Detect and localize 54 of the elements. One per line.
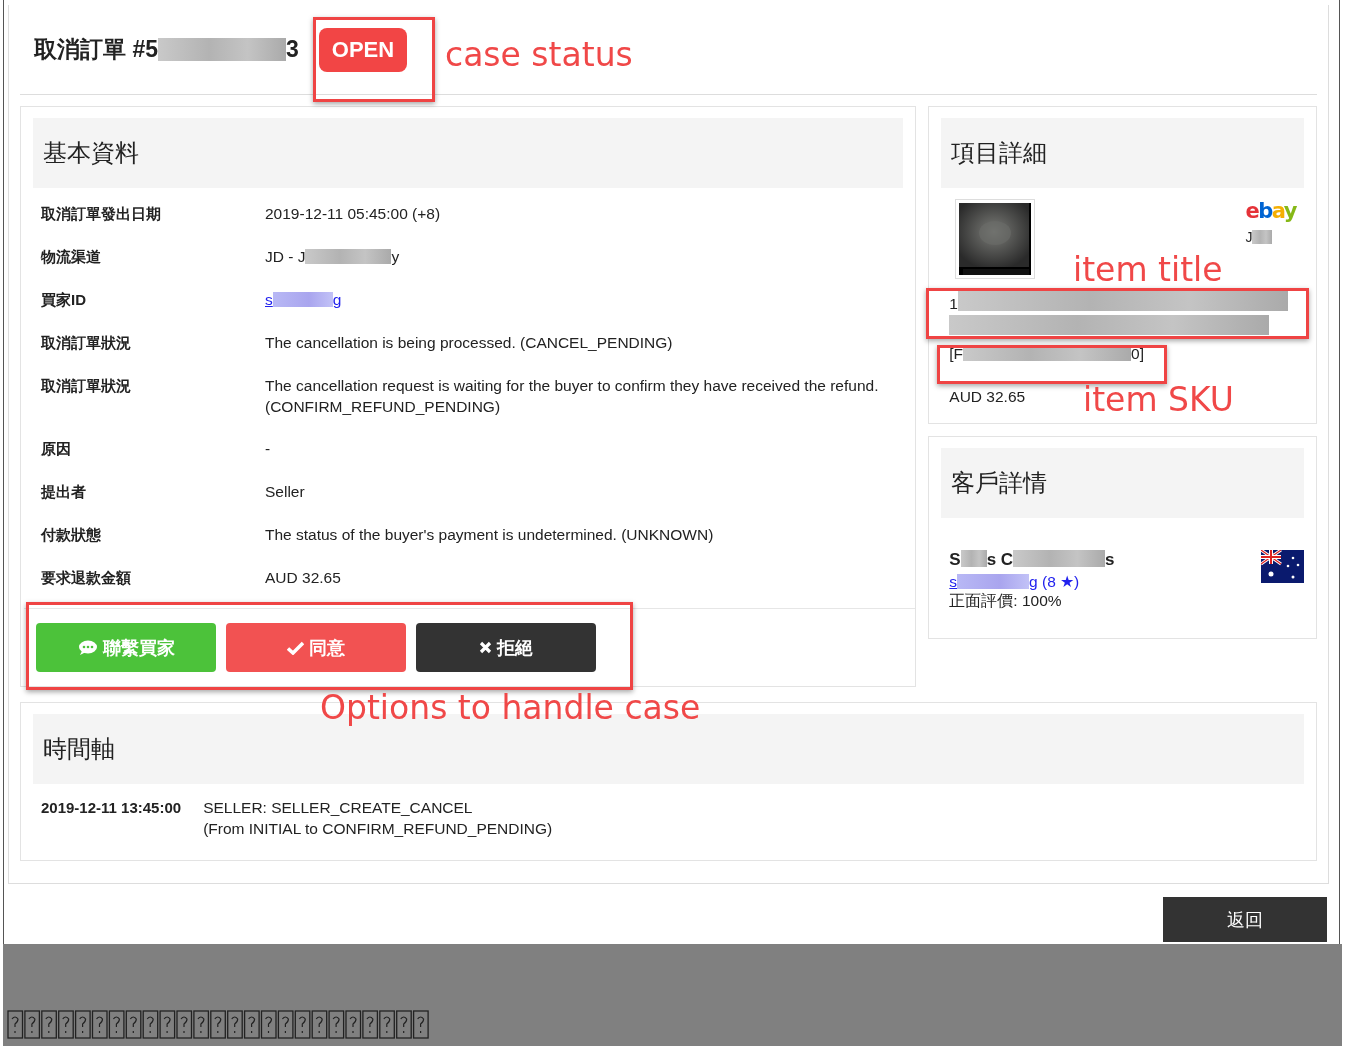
back-button[interactable]: 返回 — [1163, 897, 1327, 942]
field-label: 要求退款金額 — [41, 568, 132, 588]
field-label: 提出者 — [41, 482, 87, 502]
feedback-count: (8 ★) — [1040, 573, 1080, 590]
redaction-bar — [1252, 230, 1273, 244]
action-button[interactable]: 拒絕 — [416, 623, 596, 672]
annotation-label: item SKU — [1083, 383, 1234, 416]
item-sku: [F — [949, 345, 964, 362]
close-icon — [479, 641, 492, 654]
field-value: - — [265, 440, 271, 457]
page-title: 3 — [286, 36, 299, 63]
field-value: The cancellation request is waiting for the buyer to confirm they have received the refund. (CONFIRM_REFUND_PENDING) — [265, 377, 879, 415]
field-value: JD - J — [265, 248, 306, 265]
redaction-bar — [960, 550, 987, 567]
customer-name: s — [1105, 550, 1115, 569]
panel-heading: 基本資料 — [33, 118, 904, 188]
customer-link[interactable]: g — [1029, 573, 1038, 590]
annotation-label: case status — [445, 38, 633, 71]
flag-icon — [1261, 550, 1304, 583]
field-label: 取消訂單狀況 — [41, 333, 132, 353]
field-label: 付款狀態 — [41, 525, 102, 545]
buyer-link[interactable]: s — [265, 291, 273, 308]
account-text: J — [1245, 229, 1253, 245]
annotation-label: item title — [1073, 253, 1223, 286]
feedback-rating: 正面評價: 100% — [949, 591, 1063, 610]
chat-icon — [77, 639, 98, 656]
field-value: y — [391, 248, 400, 265]
field-value: AUD 32.65 — [265, 569, 341, 586]
buyer-link[interactable]: g — [332, 291, 342, 308]
page-title: 取消訂單 #5 — [34, 35, 158, 64]
field-value: 2019-12-11 05:45:00 (+8) — [265, 205, 441, 222]
field-value: The cancellation is being processed. (CANCEL_PENDING) — [265, 334, 673, 351]
customer-name: s C — [986, 550, 1014, 569]
check-icon — [287, 640, 304, 655]
field-value: Seller — [265, 483, 305, 500]
field-label: 原因 — [41, 439, 72, 459]
customer-name: S — [949, 550, 961, 569]
item-sku: 0] — [1131, 345, 1144, 362]
field-label: 買家ID — [41, 290, 87, 310]
item-title: 1 — [949, 295, 958, 312]
event-text: SELLER: SELLER_CREATE_CANCEL — [203, 798, 474, 818]
field-label: 取消訂單發出日期 — [41, 204, 162, 224]
item-price: AUD 32.65 — [949, 387, 1026, 407]
redaction-bar — [272, 291, 333, 307]
field-label: 物流渠道 — [41, 247, 102, 267]
event-text: (From INITIAL to CONFIRM_REFUND_PENDING) — [203, 819, 553, 839]
event-time: 2019-12-11 13:45:00 — [41, 798, 182, 818]
field-value: The status of the buyer's payment is undetermined. (UNKNOWN) — [265, 526, 714, 543]
customer-link[interactable]: s — [949, 573, 958, 590]
panel-heading: 客戶詳情 — [941, 448, 1304, 518]
status-badge: OPEN — [318, 27, 408, 72]
marketplace-logo: ebay — [1245, 199, 1296, 223]
field-label: 取消訂單狀況 — [41, 376, 132, 396]
panel-heading: 項目詳細 — [941, 118, 1304, 188]
